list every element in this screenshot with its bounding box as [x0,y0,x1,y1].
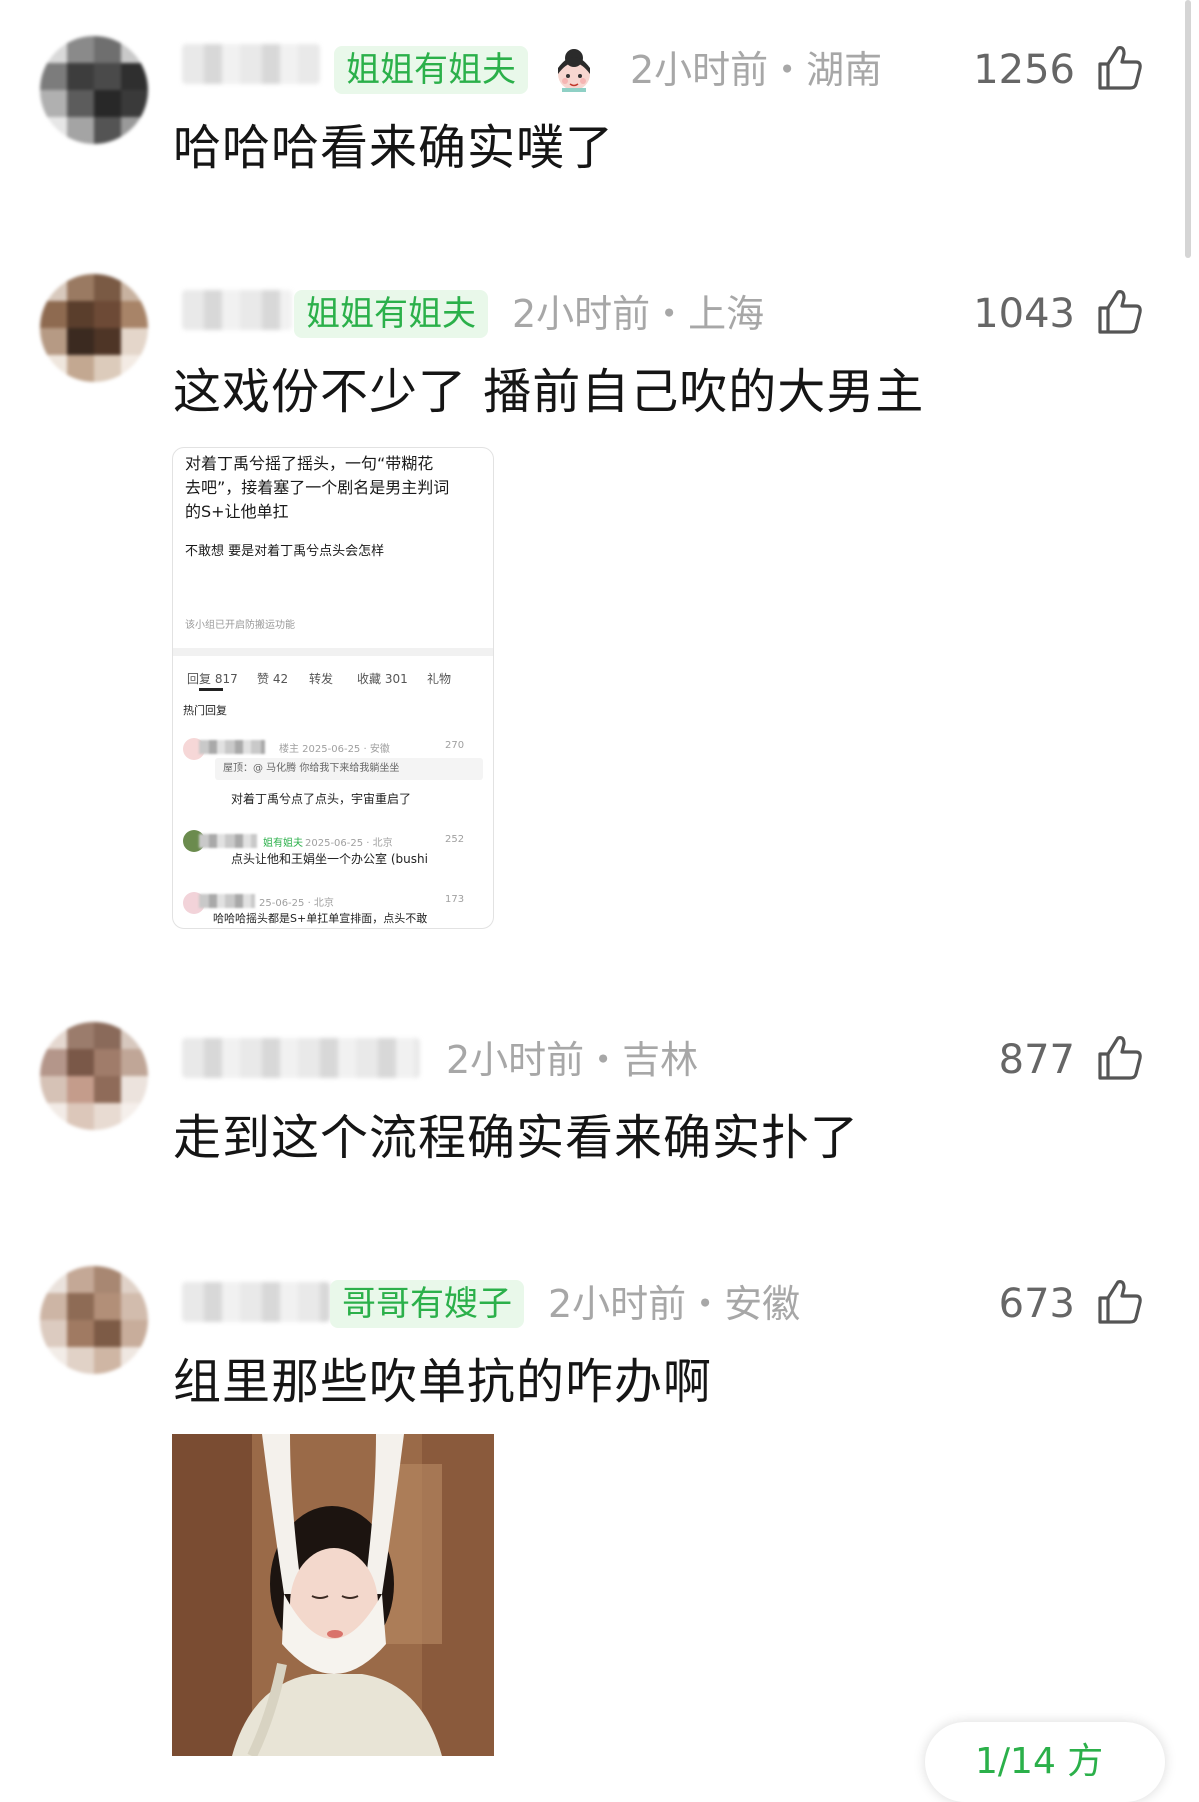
embedded-reply-meta: 楼主 2025-06-25 · 安徽 [279,744,390,755]
username-blurred[interactable] [182,1282,330,1322]
embedded-section-title: 热门回复 [183,704,227,717]
embedded-reply-quote: 屋顶：@ 马化腾 你给我下来给我躺坐坐 [215,758,483,780]
like-count: 1256 [973,47,1075,93]
comment-text: 这戏份不少了 播前自己吹的大男主 [173,364,925,420]
embedded-reply-meta: 2025-06-25 · 北京 [305,838,393,849]
embedded-reply-badge: 姐有姐夫 [263,838,303,849]
comment-image-screenshot[interactable]: 对着丁禹兮摇了摇头，一句“带糊花 去吧”，接着塞了一个剧名是男主判词 的S+让他… [172,447,494,929]
embedded-tab: 回复 817 [187,672,238,686]
page-indicator[interactable]: 1/14 方 [925,1722,1165,1802]
embedded-reply-likes: 270 [445,740,465,751]
fan-badge: 姐姐有姐夫 [294,290,488,338]
username-blurred [199,740,265,754]
comment-text: 走到这个流程确实看来确实扑了 [173,1110,860,1166]
like-count: 877 [998,1037,1075,1083]
like-count: 673 [998,1281,1075,1327]
avatar[interactable] [40,274,148,382]
embedded-reply-likes: 252 [445,834,465,845]
like-icon[interactable] [1094,1032,1146,1084]
embedded-tab: 礼物 [427,672,452,686]
embedded-post-line: 不敢想 要是对着丁禹兮点头会怎样 [185,544,385,559]
like-icon[interactable] [1094,42,1146,94]
username-blurred[interactable] [182,1038,420,1078]
avatar[interactable] [40,36,148,144]
comment-meta: 2小时前・湖南 [630,48,883,92]
username-blurred [199,834,257,848]
username-blurred[interactable] [182,290,292,330]
like-icon[interactable] [1094,1276,1146,1328]
avatar-emoji-icon [558,49,590,92]
embedded-tab: 转发 [309,672,334,686]
scrollbar[interactable] [1185,0,1191,258]
embedded-tab: 收藏 301 [357,672,408,686]
embedded-reply-likes: 173 [445,894,465,905]
comment-image-photo[interactable] [172,1434,494,1756]
comment-meta: 2小时前・上海 [512,292,765,336]
avatar[interactable] [40,1266,148,1374]
username-blurred [199,894,255,908]
embedded-reply-text: 哈哈哈摇头都是S+单扛单宣排面，点头不敢 [213,912,428,925]
like-icon[interactable] [1094,286,1146,338]
embedded-reply-text: 点头让他和王娟坐一个办公室 (bushi [231,852,428,866]
photo-illustration [172,1434,494,1756]
like-count: 1043 [973,291,1075,337]
embedded-tab: 赞 42 [257,672,289,686]
embedded-post-line: 去吧”，接着塞了一个剧名是男主判词 [185,478,450,497]
fan-badge: 姐姐有姐夫 [334,46,528,94]
comment-text: 组里那些吹单抗的咋办啊 [173,1354,713,1410]
embedded-post-line: 的S+让他单扛 [185,502,289,521]
comment-meta: 2小时前・吉林 [446,1038,699,1082]
username-blurred[interactable] [182,44,320,84]
active-tab-underline [199,688,223,691]
comment-meta: 2小时前・安徽 [548,1282,801,1326]
embedded-notice: 该小组已开启防搬运功能 [185,620,295,631]
embedded-post-line: 对着丁禹兮摇了摇头，一句“带糊花 [185,454,434,473]
comment-text: 哈哈哈看来确实噗了 [173,120,615,176]
avatar[interactable] [40,1022,148,1130]
embedded-reply-meta: 25-06-25 · 北京 [259,898,334,909]
divider [173,648,493,656]
fan-badge: 哥哥有嫂子 [330,1280,524,1328]
embedded-reply-text: 对着丁禹兮点了点头，宇宙重启了 [231,792,412,806]
